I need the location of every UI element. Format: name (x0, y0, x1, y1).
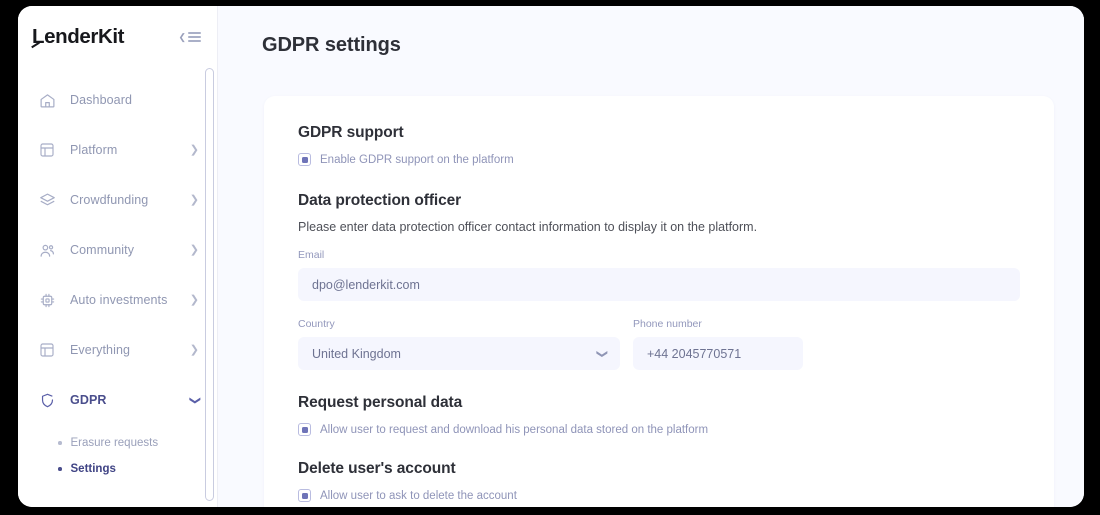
phone-input[interactable]: +44 2045770571 (633, 337, 803, 370)
phone-label: Phone number (633, 318, 702, 330)
chevron-right-icon: ❯ (189, 143, 199, 156)
layout-icon (38, 341, 56, 359)
section-description: Please enter data protection officer con… (298, 220, 758, 234)
country-field-group: Country United Kingdom ❯ (298, 318, 620, 370)
sidebar-item-label: Crowdfunding (70, 193, 149, 207)
sidebar-item-label: Everything (70, 343, 131, 357)
collapse-sidebar-icon[interactable]: ❮ (178, 31, 201, 43)
section-title: Request personal data (298, 394, 463, 411)
email-label: Email (298, 249, 325, 261)
chevron-right-icon: ❯ (189, 293, 199, 306)
sidebar-subitem-settings[interactable]: Settings (18, 456, 217, 482)
checkbox-icon[interactable] (298, 153, 311, 166)
bullet-icon (58, 467, 62, 471)
main-content: GDPR settings GDPR support Enable GDPR s… (218, 6, 1084, 507)
email-field-group: Email dpo@lenderkit.com (298, 249, 1020, 301)
sidebar-item-community[interactable]: Community ❯ (18, 230, 217, 270)
app-logo[interactable]: LenderKit (32, 25, 124, 49)
sidebar-nav: Dashboard Platform ❯ Crowdfunding ❯ Comm… (18, 68, 217, 507)
email-input[interactable]: dpo@lenderkit.com (298, 268, 1020, 301)
sidebar-item-label: Community (70, 243, 135, 257)
checkbox-label: Allow user to ask to delete the account (320, 489, 517, 502)
section-title: Data protection officer (298, 192, 462, 209)
phone-field-group: Phone number +44 2045770571 (633, 318, 803, 370)
delete-account-checkbox-row[interactable]: Allow user to ask to delete the account (298, 489, 1020, 502)
page-title: GDPR settings (262, 34, 401, 56)
enable-gdpr-support-checkbox-row[interactable]: Enable GDPR support on the platform (298, 153, 1020, 166)
home-icon (38, 91, 56, 109)
sidebar-item-label: Auto investments (70, 293, 168, 307)
sidebar-item-label: Dashboard (70, 93, 133, 107)
users-icon (38, 241, 56, 259)
sidebar-item-gdpr[interactable]: GDPR ❯ (18, 380, 217, 420)
country-select[interactable]: United Kingdom (298, 337, 620, 370)
section-title: Delete user's account (298, 460, 456, 477)
sidebar: LenderKit ❮ Dashboard Platform ❯ Crowdfu… (18, 6, 218, 507)
layers-icon (38, 191, 56, 209)
sidebar-item-label: GDPR (70, 393, 107, 407)
section-title: GDPR support (298, 124, 404, 141)
sidebar-item-auto-investments[interactable]: Auto investments ❯ (18, 280, 217, 320)
menu-bars-icon (188, 31, 201, 43)
country-label: Country (298, 318, 335, 330)
app-window: LenderKit ❮ Dashboard Platform ❯ Crowdfu… (18, 6, 1084, 507)
sidebar-subitem-label: Erasure requests (70, 437, 159, 449)
sidebar-item-label: Platform (70, 143, 118, 157)
sidebar-scrollbar-thumb[interactable] (207, 70, 212, 485)
sidebar-subitem-erasure-requests[interactable]: Erasure requests (18, 430, 217, 456)
layout-icon (38, 141, 56, 159)
country-phone-row: Country United Kingdom ❯ Phone number +4… (298, 318, 1020, 370)
chevron-right-icon: ❯ (189, 193, 199, 206)
shield-icon (38, 391, 56, 409)
chip-icon (38, 291, 56, 309)
chevron-right-icon: ❯ (189, 343, 199, 356)
logo-text: enderKit (44, 25, 125, 48)
country-select-wrapper: United Kingdom ❯ (298, 337, 620, 370)
bullet-icon (58, 441, 62, 445)
checkbox-label: Allow user to request and download his p… (320, 423, 709, 436)
sidebar-item-everything[interactable]: Everything ❯ (18, 330, 217, 370)
sidebar-scrollbar[interactable] (205, 68, 214, 501)
chevron-right-icon: ❯ (189, 243, 199, 256)
sidebar-item-platform[interactable]: Platform ❯ (18, 130, 217, 170)
checkbox-icon[interactable] (298, 423, 311, 436)
request-personal-data-checkbox-row[interactable]: Allow user to request and download his p… (298, 423, 1020, 436)
checkbox-icon[interactable] (298, 489, 311, 502)
chevron-left-icon: ❮ (178, 31, 186, 42)
sidebar-header: LenderKit ❮ (18, 6, 217, 68)
section-data-protection-officer: Data protection officer Please enter dat… (298, 192, 1020, 370)
checkbox-label: Enable GDPR support on the platform (320, 153, 514, 166)
sidebar-item-dashboard[interactable]: Dashboard (18, 80, 217, 120)
logo-l-mark: L (32, 25, 45, 48)
sidebar-subitem-label: Settings (70, 463, 116, 475)
section-request-personal-data: Request personal data Allow user to requ… (298, 394, 1020, 436)
sidebar-item-crowdfunding[interactable]: Crowdfunding ❯ (18, 180, 217, 220)
section-gdpr-support: GDPR support Enable GDPR support on the … (298, 124, 1020, 166)
section-delete-user-account: Delete user's account Allow user to ask … (298, 460, 1020, 502)
chevron-down-icon: ❯ (188, 395, 201, 405)
settings-card: GDPR support Enable GDPR support on the … (264, 96, 1054, 507)
